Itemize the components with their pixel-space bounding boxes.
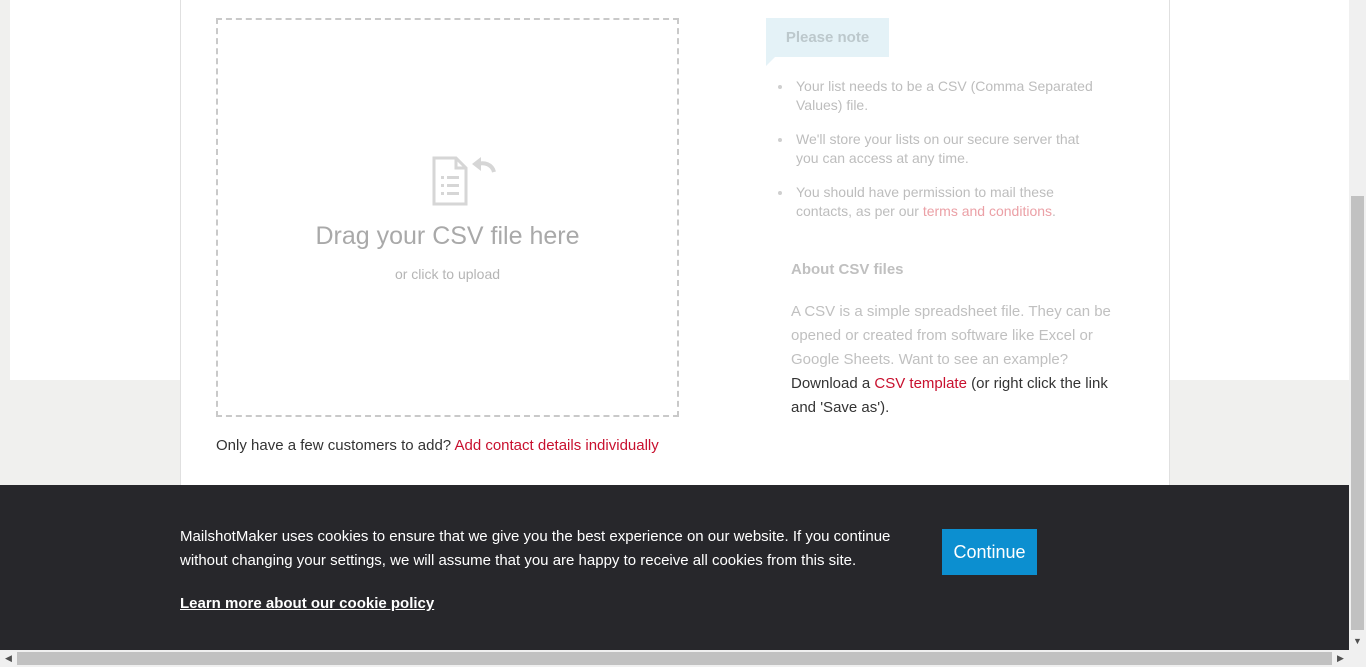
scroll-right-arrow-icon[interactable]: ▶ [1332, 650, 1349, 667]
few-customers-line: Only have a few customers to add? Add co… [216, 437, 659, 454]
note-item: Your list needs to be a CSV (Comma Separ… [778, 77, 1096, 115]
add-contact-individually-link[interactable]: Add contact details individually [454, 437, 658, 454]
note-list: Your list needs to be a CSV (Comma Separ… [778, 77, 1096, 236]
cookie-banner: MailshotMaker uses cookies to ensure tha… [0, 485, 1349, 650]
about-csv-text: A CSV is a simple spreadsheet file. They… [791, 303, 1111, 368]
scroll-down-arrow-icon[interactable]: ▼ [1349, 632, 1366, 650]
vertical-scrollbar[interactable]: ▼ [1349, 0, 1366, 650]
csv-template-link[interactable]: CSV template [874, 375, 967, 392]
horizontal-scrollbar[interactable]: ◀ ▶ [0, 650, 1366, 667]
vertical-scrollbar-thumb[interactable] [1351, 196, 1364, 630]
csv-dropzone[interactable]: Drag your CSV file here or click to uplo… [216, 18, 679, 417]
download-template-text: Download a CSV template (or right click … [791, 372, 1121, 420]
scroll-left-arrow-icon[interactable]: ◀ [0, 650, 17, 667]
please-note-tab-tail [766, 57, 775, 66]
horizontal-scrollbar-thumb[interactable] [17, 652, 1332, 665]
csv-file-upload-icon [432, 156, 496, 206]
continue-button[interactable]: Continue [942, 529, 1037, 575]
about-csv-heading: About CSV files [791, 261, 904, 278]
cookie-policy-link[interactable]: Learn more about our cookie policy [180, 595, 434, 612]
download-prefix: Download a [791, 375, 871, 392]
cookie-message: MailshotMaker uses cookies to ensure tha… [180, 528, 891, 569]
note-item: You should have permission to mail these… [778, 183, 1096, 221]
note-item-period: . [1052, 203, 1056, 219]
note-item: We'll store your lists on our secure ser… [778, 130, 1096, 168]
dropzone-title: Drag your CSV file here [315, 222, 580, 250]
please-note-tab: Please note [766, 18, 889, 57]
few-customers-text: Only have a few customers to add? [216, 437, 452, 454]
terms-and-conditions-link[interactable]: terms and conditions [923, 203, 1052, 219]
dropzone-subtitle: or click to upload [394, 266, 501, 282]
